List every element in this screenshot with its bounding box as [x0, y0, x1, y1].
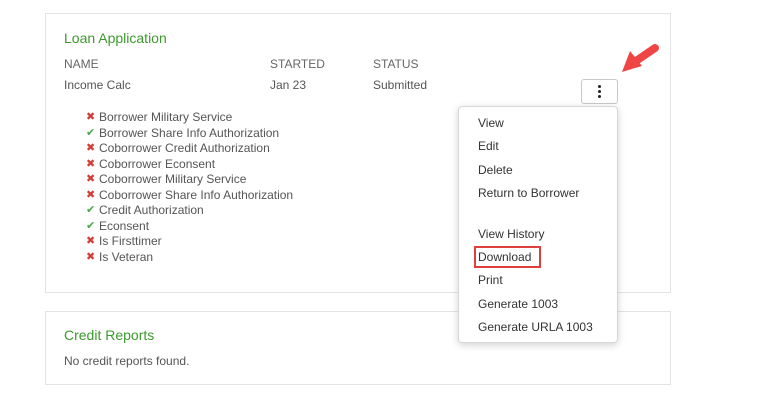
- checklist-item-label: Is Veteran: [99, 249, 154, 264]
- cross-icon: ✖: [86, 173, 96, 186]
- check-icon: ✔: [86, 204, 96, 217]
- loan-started-date: Jan 23: [270, 78, 307, 92]
- menu-item-print[interactable]: Print: [478, 273, 503, 287]
- requirements-checklist: ✖ Borrower Military Service ✔ Borrower Shar…: [86, 110, 293, 265]
- menu-item-view-history[interactable]: View History: [478, 227, 544, 241]
- check-icon: ✔: [86, 126, 96, 139]
- checklist-item: ✖ Coborrower Military Service: [86, 172, 293, 188]
- checklist-item: ✔ Econsent: [86, 219, 293, 235]
- menu-item-generate-1003[interactable]: Generate 1003: [478, 297, 558, 311]
- menu-item-edit[interactable]: Edit: [478, 139, 499, 153]
- cross-icon: ✖: [86, 235, 96, 248]
- menu-item-download[interactable]: Download: [473, 246, 542, 268]
- checklist-item: ✔ Borrower Share Info Authorization: [86, 126, 293, 142]
- cross-icon: ✖: [86, 250, 96, 263]
- menu-item-delete[interactable]: Delete: [478, 163, 513, 177]
- checklist-item-label: Is Firsttimer: [99, 234, 162, 249]
- column-header-status: STATUS: [373, 57, 419, 71]
- column-header-name: NAME: [64, 57, 99, 71]
- cross-icon: ✖: [86, 142, 96, 155]
- checklist-item-label: Credit Authorization: [99, 203, 204, 218]
- arrow-pointer-icon: [622, 44, 659, 72]
- checklist-item-label: Borrower Military Service: [99, 110, 233, 125]
- loan-name: Income Calc: [64, 78, 131, 92]
- checklist-item: ✖ Borrower Military Service: [86, 110, 293, 126]
- column-header-started: STARTED: [270, 57, 325, 71]
- checklist-item: ✖ Is Veteran: [86, 250, 293, 266]
- menu-item-view[interactable]: View: [478, 116, 504, 130]
- check-icon: ✔: [86, 219, 96, 232]
- checklist-item: ✔ Credit Authorization: [86, 203, 293, 219]
- checklist-item: ✖ Coborrower Share Info Authorization: [86, 188, 293, 204]
- actions-dropdown-menu: View Edit Delete Return to Borrower View…: [458, 106, 618, 343]
- loan-application-title: Loan Application: [64, 30, 167, 46]
- checklist-item-label: Coborrower Credit Authorization: [99, 141, 270, 156]
- credit-reports-empty-message: No credit reports found.: [64, 354, 190, 368]
- cross-icon: ✖: [86, 111, 96, 124]
- checklist-item: ✖ Coborrower Econsent: [86, 157, 293, 173]
- checklist-item-label: Econsent: [99, 218, 150, 233]
- checklist-item: ✖ Coborrower Credit Authorization: [86, 141, 293, 157]
- menu-item-return-to-borrower[interactable]: Return to Borrower: [478, 186, 579, 200]
- cross-icon: ✖: [86, 157, 96, 170]
- checklist-item: ✖ Is Firsttimer: [86, 234, 293, 250]
- menu-item-generate-urla-1003[interactable]: Generate URLA 1003: [478, 320, 593, 334]
- loan-status: Submitted: [373, 78, 428, 92]
- credit-reports-title: Credit Reports: [64, 327, 155, 343]
- actions-menu-button[interactable]: [581, 79, 618, 104]
- cross-icon: ✖: [86, 188, 96, 201]
- checklist-item-label: Coborrower Share Info Authorization: [99, 187, 294, 202]
- checklist-item-label: Coborrower Military Service: [99, 172, 247, 187]
- checklist-item-label: Borrower Share Info Authorization: [99, 125, 280, 140]
- kebab-menu-icon: [598, 85, 601, 98]
- checklist-item-label: Coborrower Econsent: [99, 156, 216, 171]
